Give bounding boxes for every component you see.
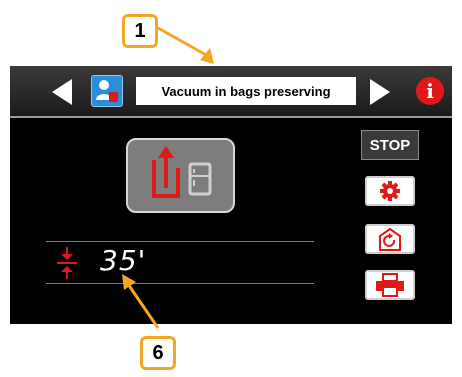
- vacuum-cycle-button[interactable]: [126, 138, 235, 213]
- left-arrow-icon[interactable]: [52, 79, 72, 105]
- callout-6-arrow: [122, 274, 160, 329]
- cycle-restart-icon: [379, 227, 401, 251]
- timer-bottom-divider: [46, 283, 314, 284]
- info-icon[interactable]: i: [416, 77, 444, 105]
- print-button[interactable]: [365, 270, 415, 300]
- vacuum-compress-icon: [57, 247, 77, 279]
- gear-icon: [380, 181, 400, 201]
- callout-1-arrow: [157, 26, 214, 64]
- settings-button[interactable]: [365, 176, 415, 206]
- printer-icon: [376, 273, 404, 297]
- stop-button[interactable]: STOP: [361, 130, 419, 160]
- callout-1: 1: [122, 14, 158, 48]
- callout-6: 6: [140, 336, 176, 370]
- restart-cycle-button[interactable]: [365, 224, 415, 254]
- timer-top-divider: [46, 241, 314, 242]
- vacuum-preserve-icon: [152, 146, 212, 198]
- program-user-icon[interactable]: [91, 75, 123, 107]
- program-title: Vacuum in bags preserving: [136, 77, 356, 105]
- header-divider: [10, 116, 452, 118]
- right-arrow-icon[interactable]: [370, 79, 390, 105]
